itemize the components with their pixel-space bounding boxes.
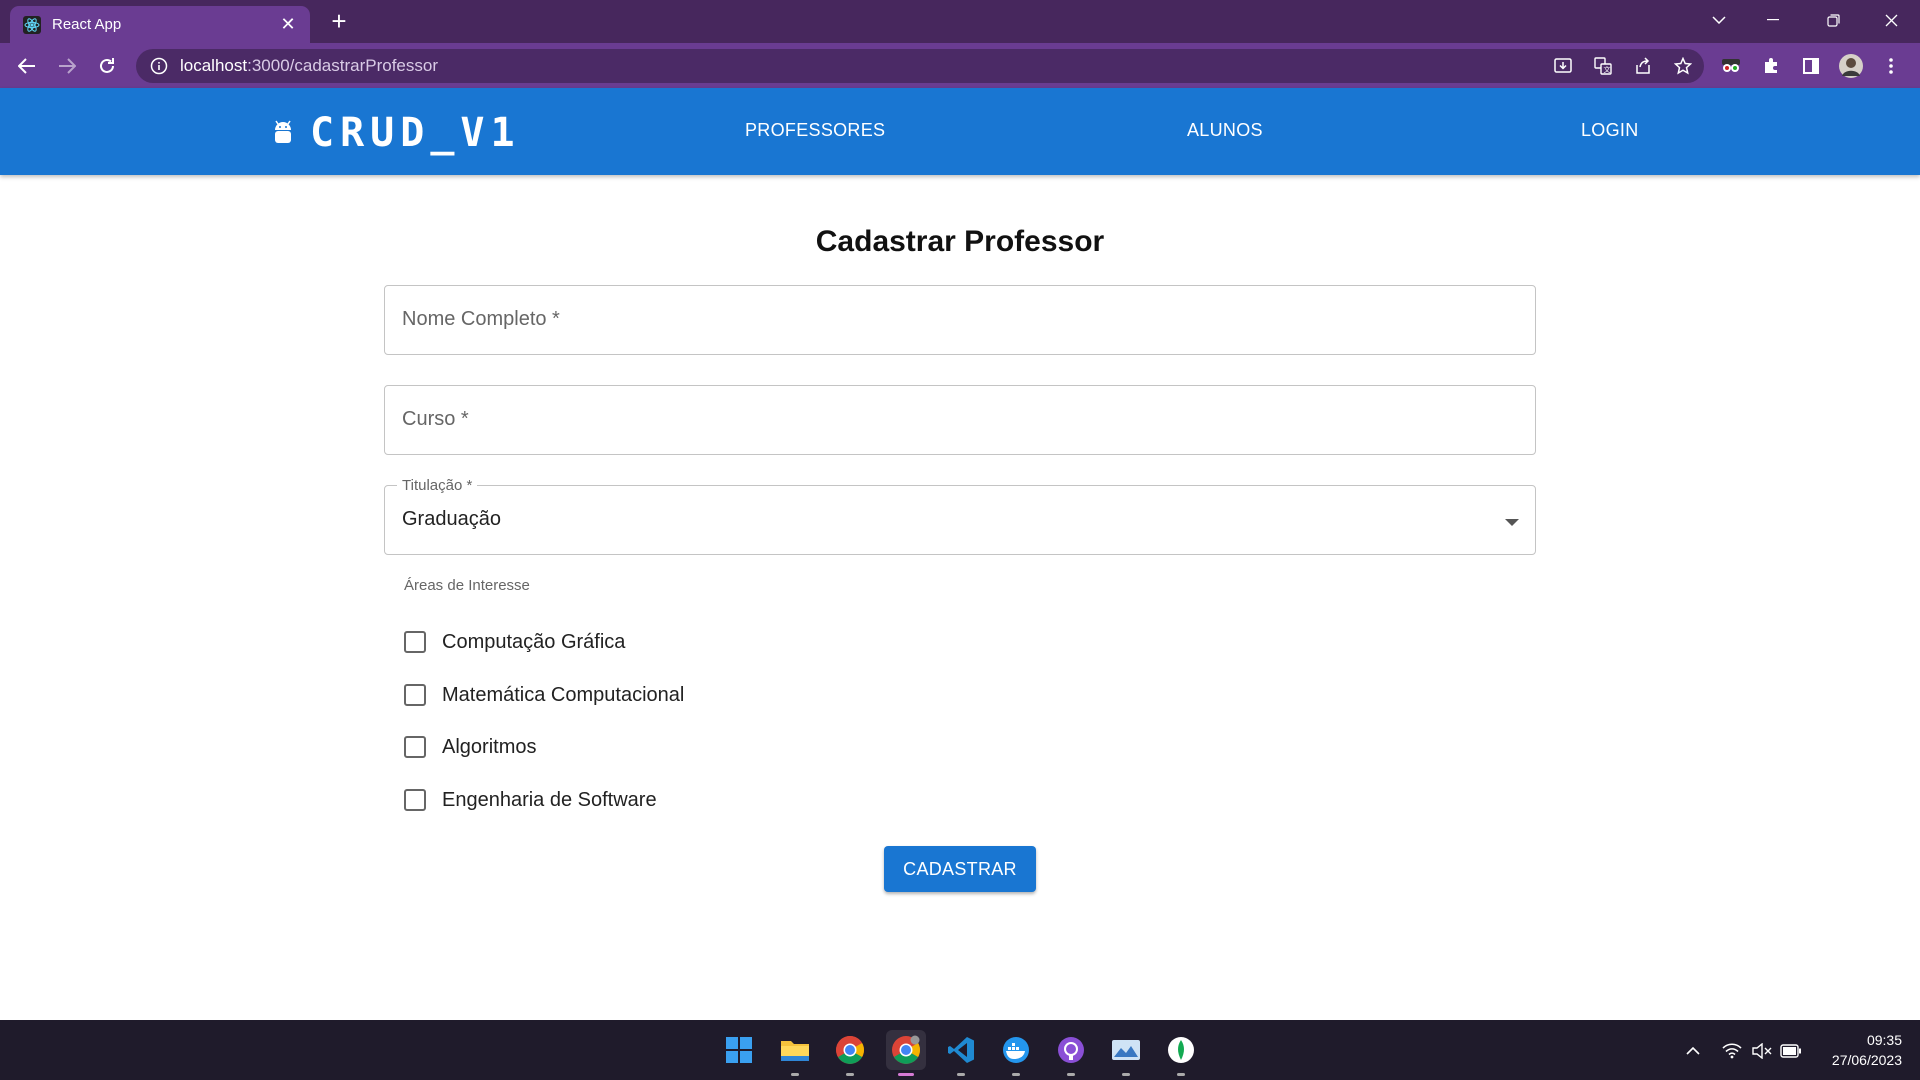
url-host: localhost — [180, 56, 248, 75]
side-panel-icon[interactable] — [1796, 51, 1826, 81]
checkbox-label: Computação Gráfica — [442, 630, 626, 653]
titulacao-select[interactable]: Titulação * Graduação — [384, 477, 1536, 555]
running-indicator — [1012, 1073, 1020, 1076]
cadastrar-button[interactable]: CADASTRAR — [884, 846, 1036, 892]
curso-placeholder: Curso * — [402, 408, 469, 430]
running-indicator — [1177, 1073, 1185, 1076]
titulacao-value: Graduação — [402, 508, 501, 530]
profile-avatar[interactable] — [1836, 51, 1866, 81]
battery-icon[interactable] — [1780, 1040, 1802, 1062]
system-clock[interactable]: 09:35 27/06/2023 — [1832, 1030, 1902, 1070]
restore-icon[interactable] — [1810, 0, 1856, 40]
checkbox-box[interactable] — [404, 684, 426, 706]
github-desktop-icon[interactable] — [1051, 1030, 1091, 1076]
vscode-icon[interactable] — [941, 1030, 981, 1076]
back-arrow-icon[interactable] — [12, 51, 42, 81]
page-title: Cadastrar Professor — [815, 225, 1105, 258]
site-info-icon[interactable] — [150, 57, 168, 75]
checkbox-matematica-computacional[interactable]: Matemática Computacional — [404, 679, 684, 711]
android-icon — [272, 118, 296, 148]
wifi-icon[interactable] — [1721, 1040, 1743, 1062]
browser-tab-bar: React App ✕ + — [0, 0, 1920, 43]
react-favicon-icon — [22, 15, 42, 35]
new-tab-button[interactable]: + — [325, 8, 353, 36]
file-explorer-icon[interactable] — [775, 1030, 815, 1076]
url-path: :3000/cadastrarProfessor — [247, 56, 438, 75]
dropdown-arrow-icon[interactable] — [1505, 514, 1519, 526]
address-bar[interactable]: localhost:3000/cadastrarProfessor — [136, 49, 1704, 83]
browser-menu-icon[interactable] — [1876, 51, 1906, 81]
nav-alunos[interactable]: ALUNOS — [1187, 120, 1263, 141]
checkbox-box[interactable] — [404, 789, 426, 811]
tab-search-chevron-icon[interactable] — [1696, 0, 1742, 40]
checkbox-label: Engenharia de Software — [442, 788, 657, 811]
install-app-icon[interactable] — [1548, 51, 1578, 81]
titulacao-label: Titulação * — [397, 477, 478, 494]
minimize-icon[interactable] — [1750, 0, 1796, 40]
url-text: localhost:3000/cadastrarProfessor — [180, 56, 438, 76]
curso-field[interactable]: Curso * — [384, 385, 1536, 455]
nome-completo-field[interactable]: Nome Completo * — [384, 285, 1536, 355]
reload-icon[interactable] — [92, 51, 122, 81]
checkbox-algoritmos[interactable]: Algoritmos — [404, 731, 536, 763]
windows-start-icon[interactable] — [719, 1030, 759, 1070]
docker-icon[interactable] — [996, 1030, 1036, 1076]
brand-logo[interactable]: CRUD_V1 — [272, 110, 521, 156]
windows-taskbar: 09:35 27/06/2023 — [0, 1020, 1920, 1080]
tray-chevron-up-icon[interactable] — [1682, 1040, 1704, 1062]
close-window-icon[interactable] — [1868, 0, 1914, 40]
checkbox-computacao-grafica[interactable]: Computação Gráfica — [404, 626, 625, 658]
running-indicator — [791, 1073, 799, 1076]
browser-tab[interactable]: React App ✕ — [10, 6, 310, 43]
chrome-icon[interactable] — [830, 1030, 870, 1076]
clock-time: 09:35 — [1866, 1032, 1902, 1048]
svg-text:文: 文 — [1604, 65, 1611, 74]
app-bar: CRUD_V1 PROFESSORES ALUNOS LOGIN — [0, 88, 1920, 175]
running-indicator — [957, 1073, 965, 1076]
running-indicator — [1067, 1073, 1075, 1076]
extensions-puzzle-icon[interactable] — [1756, 51, 1786, 81]
checkbox-label: Matemática Computacional — [442, 683, 685, 706]
tab-close-icon[interactable]: ✕ — [278, 14, 298, 35]
nav-login[interactable]: LOGIN — [1581, 120, 1639, 141]
running-indicator — [846, 1073, 854, 1076]
areas-interesse-label: Áreas de Interesse — [404, 577, 530, 594]
mongodb-compass-icon[interactable] — [1161, 1030, 1201, 1076]
clock-date: 27/06/2023 — [1831, 1052, 1902, 1068]
nome-completo-placeholder: Nome Completo * — [402, 308, 560, 330]
browser-toolbar: localhost:3000/cadastrarProfessor 文 — [0, 43, 1920, 88]
brand-text: CRUD_V1 — [310, 110, 521, 156]
forward-arrow-icon[interactable] — [52, 51, 82, 81]
volume-muted-icon[interactable] — [1751, 1040, 1773, 1062]
running-indicator — [1122, 1073, 1130, 1076]
bookmark-star-icon[interactable] — [1668, 51, 1698, 81]
checkbox-box[interactable] — [404, 736, 426, 758]
photos-icon[interactable] — [1106, 1030, 1146, 1076]
checkbox-engenharia-software[interactable]: Engenharia de Software — [404, 784, 657, 816]
nav-professores[interactable]: PROFESSORES — [745, 120, 885, 141]
checkbox-box[interactable] — [404, 631, 426, 653]
share-icon[interactable] — [1628, 51, 1658, 81]
checkbox-label: Algoritmos — [442, 735, 537, 758]
chrome-active-icon[interactable] — [886, 1030, 926, 1076]
translate-icon[interactable]: 文 — [1588, 51, 1618, 81]
extension-eyes-icon[interactable] — [1716, 51, 1746, 81]
tab-title: React App — [52, 16, 122, 33]
running-indicator — [898, 1073, 914, 1076]
